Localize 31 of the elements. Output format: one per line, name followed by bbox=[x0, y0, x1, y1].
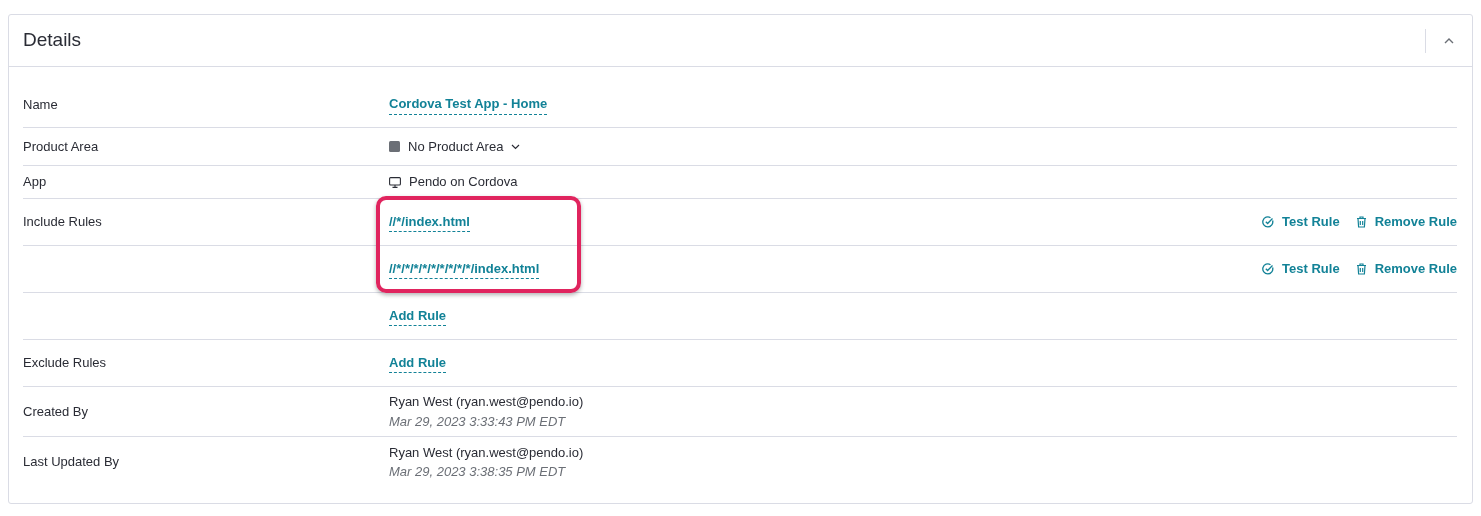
field-label: Name bbox=[23, 96, 58, 112]
remove-rule-link[interactable]: Remove Rule bbox=[1355, 259, 1457, 279]
field-label: Product Area bbox=[23, 138, 99, 154]
rule-link[interactable]: //*/*/*/*/*/*/*/*/*/index.html bbox=[389, 258, 540, 280]
user-name: Ryan West (ryan.west@pendo.io) bbox=[389, 443, 584, 462]
app-name: Pendo on Cordova bbox=[409, 173, 518, 192]
square-icon bbox=[389, 141, 400, 152]
field-label: Exclude Rules bbox=[23, 355, 107, 371]
monitor-icon bbox=[389, 176, 401, 188]
rule-link[interactable]: //*/index.html bbox=[389, 211, 470, 233]
test-rule-link[interactable]: Test Rule bbox=[1262, 212, 1340, 232]
product-area-dropdown[interactable]: No Product Area bbox=[389, 136, 521, 157]
trash-icon bbox=[1355, 216, 1367, 228]
trash-icon bbox=[1355, 263, 1367, 275]
panel-title: Details bbox=[23, 28, 83, 53]
chevron-up-icon bbox=[1444, 38, 1454, 45]
check-circle-icon bbox=[1262, 216, 1275, 228]
timestamp: Mar 29, 2023 3:38:35 PM EDT bbox=[389, 463, 567, 481]
name-link[interactable]: Cordova Test App - Home bbox=[389, 94, 548, 115]
field-label: App bbox=[23, 174, 47, 190]
user-name: Ryan West (ryan.west@pendo.io) bbox=[389, 393, 584, 411]
add-rule-link[interactable]: Add Rule bbox=[389, 352, 447, 374]
remove-rule-link[interactable]: Remove Rule bbox=[1355, 212, 1457, 232]
field-label: Include Rules bbox=[23, 214, 102, 230]
add-rule-link[interactable]: Add Rule bbox=[389, 305, 447, 327]
chevron-down-icon bbox=[511, 143, 521, 150]
test-rule-link[interactable]: Test Rule bbox=[1262, 259, 1340, 279]
check-circle-icon bbox=[1262, 263, 1275, 275]
timestamp: Mar 29, 2023 3:33:43 PM EDT bbox=[389, 412, 567, 431]
field-label: Created By bbox=[23, 403, 89, 419]
field-label: Last Updated By bbox=[23, 454, 120, 470]
